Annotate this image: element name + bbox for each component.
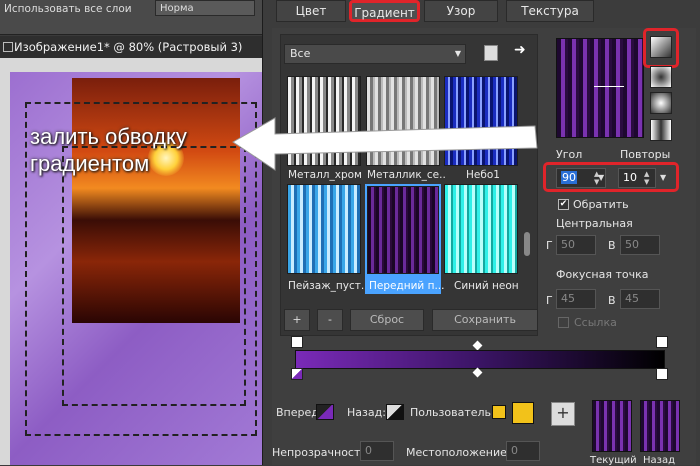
focus-h-label: Г [546,294,553,307]
focus-v-input: 45 [620,289,660,309]
invert-checkbox[interactable]: ✔ [558,199,569,210]
back-label: Назад: [347,406,386,419]
focus-v-label: В [608,294,616,307]
angle-value: 90 [561,171,577,184]
swatch-label: Пейзаж_пуст... [288,280,366,292]
rectangular-gradient-button[interactable] [650,66,672,88]
tab-gradient-label: Градиент [354,6,415,20]
linear-gradient-button[interactable] [650,36,672,58]
radial-gradient-button[interactable] [650,119,672,141]
remove-button[interactable]: - [317,309,343,331]
arrow-right-icon[interactable]: ➜ [514,42,526,58]
link-checkbox [558,317,569,328]
gradient-stop-top-left[interactable] [291,336,303,348]
center-h-label: Г [546,239,553,252]
angle-dropdown-icon[interactable]: ▼ [598,168,608,188]
gradient-bar[interactable] [295,350,665,369]
image-title-bar: Изображение1* @ 80% (Растровый 3) [0,36,262,58]
current-label: Текущий [590,455,637,466]
gradient-stop-top-right[interactable] [656,336,668,348]
annotation-line-2: градиентом [30,151,150,176]
horizontal-ruler [0,58,262,72]
custom-color-large[interactable] [512,402,534,424]
center-h-input: 50 [556,235,596,255]
center-h-value: 50 [561,238,575,251]
book-icon[interactable] [484,45,498,61]
location-label: Местоположение: [406,446,511,459]
tab-pattern[interactable]: Узор [424,0,498,22]
repeats-label: Повторы [620,148,671,161]
chevron-down-icon: ▼ [454,49,461,58]
category-select-value: Все [290,47,311,60]
gradient-stop-bottom-left[interactable] [291,368,303,380]
link-label: Ссылка [574,316,617,329]
image-window-icon [3,42,13,52]
back-preview[interactable] [640,400,680,452]
repeats-value: 10 [623,171,637,184]
focus-h-input: 45 [556,289,596,309]
opacity-input: 0 [360,441,394,461]
center-v-label: В [608,239,616,252]
center-v-value: 50 [625,238,639,251]
spin-down-icon[interactable]: ▼ [644,178,654,187]
swatch-label-selected: Передний п... [369,280,445,292]
sunburst-gradient-button[interactable] [650,92,672,114]
use-all-layers-label[interactable]: Использовать все слои [4,3,132,15]
layers-toolbar: Использовать все слои Норма [0,0,262,35]
opacity-value: 0 [365,444,372,457]
custom-label: Пользователь: [410,406,495,419]
tab-color-label: Цвет [295,4,327,18]
tab-texture[interactable]: Текстура [506,0,594,22]
annotation-text: залить обводку градиентом [30,123,187,177]
annotation-line-1: залить обводку [30,124,187,149]
opacity-label: Непрозрачность: [272,446,371,459]
swatch-blue-neon[interactable] [444,184,518,274]
swatch-foreground[interactable] [367,186,439,274]
gradient-stop-bottom-right[interactable] [656,368,668,380]
blend-mode-select[interactable]: Норма [155,0,255,16]
angle-line [594,86,624,87]
library-scrollbar-thumb[interactable] [524,232,530,256]
forward-gradient-swatch[interactable] [316,404,334,420]
angle-label: Угол [556,148,583,161]
reset-button[interactable]: Сброс [350,309,424,331]
center-v-input: 50 [620,235,660,255]
back-gradient-swatch[interactable] [386,404,404,420]
center-label: Центральная [556,217,633,230]
image-title: Изображение1* @ 80% (Растровый 3) [14,40,243,54]
repeats-dropdown-icon[interactable]: ▼ [660,168,670,188]
focus-h-value: 45 [561,292,575,305]
annotation-arrow [232,117,538,171]
tab-gradient[interactable]: Градиент [349,0,420,22]
tab-color[interactable]: Цвет [276,0,346,22]
tab-pattern-label: Узор [446,4,476,18]
gradient-preview[interactable] [556,38,644,138]
selection-outline-inner [62,146,246,406]
category-select[interactable]: Все ▼ [284,44,466,64]
invert-label: Обратить [573,198,629,211]
save-button[interactable]: Сохранить [432,309,538,331]
add-button[interactable]: + [284,309,310,331]
swatch-label: Синий неон [454,280,519,292]
custom-color-small[interactable] [492,405,506,419]
add-custom-button[interactable]: + [551,402,575,426]
location-input: 0 [506,441,540,461]
current-preview[interactable] [592,400,632,452]
repeats-input[interactable]: 10 ▲ ▼ [618,168,656,188]
focus-v-value: 45 [625,292,639,305]
tab-texture-label: Текстура [521,4,579,18]
location-value: 0 [511,444,518,457]
swatch-landscape-desert[interactable] [287,184,361,274]
vertical-ruler [0,72,10,465]
back-preview-label: Назад [643,455,676,466]
focus-label: Фокусная точка [556,268,649,281]
